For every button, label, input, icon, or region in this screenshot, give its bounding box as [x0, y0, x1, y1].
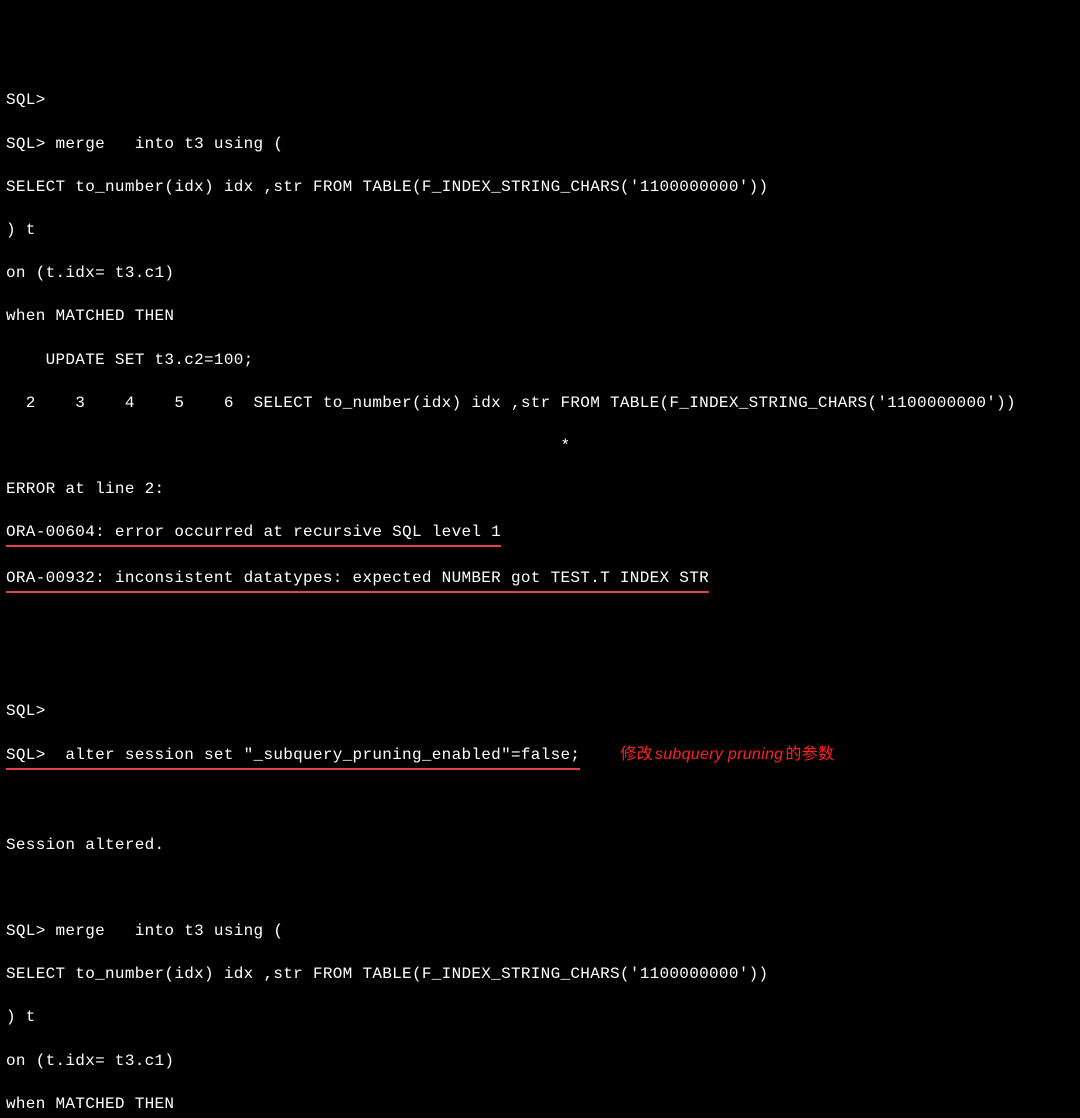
terminal-line: SELECT to_number(idx) idx ,str FROM TABL… — [6, 964, 1074, 986]
terminal-line: ERROR at line 2: — [6, 479, 1074, 501]
alter-session-cmd: SQL> alter session set "_subquery_prunin… — [6, 745, 580, 770]
terminal-line: on (t.idx= t3.c1) — [6, 263, 1074, 285]
terminal-blank — [6, 878, 1074, 900]
error-ora-00932: ORA-00932: inconsistent datatypes: expec… — [6, 568, 709, 593]
terminal-line: when MATCHED THEN — [6, 306, 1074, 328]
terminal-line: UPDATE SET t3.c2=100; — [6, 350, 1074, 372]
terminal-line: 2 3 4 5 6 SELECT to_number(idx) idx ,str… — [6, 393, 1074, 415]
annotation-label: 修改subquery pruning的参数 — [620, 746, 834, 763]
error-ora-00604: ORA-00604: error occurred at recursive S… — [6, 522, 501, 547]
terminal-blank — [6, 791, 1074, 813]
terminal-blank — [6, 658, 1074, 680]
terminal-line: ) t — [6, 220, 1074, 242]
terminal-line: SQL> merge into t3 using ( — [6, 134, 1074, 156]
terminal-line: on (t.idx= t3.c1) — [6, 1051, 1074, 1073]
terminal-line: SQL> merge into t3 using ( — [6, 921, 1074, 943]
terminal-line: when MATCHED THEN — [6, 1094, 1074, 1116]
terminal-line: SQL> — [6, 701, 1074, 723]
terminal-line: * — [6, 436, 1074, 458]
terminal-line: Session altered. — [6, 835, 1074, 857]
terminal-line: SELECT to_number(idx) idx ,str FROM TABL… — [6, 177, 1074, 199]
terminal-line: ) t — [6, 1007, 1074, 1029]
terminal-line: SQL> — [6, 90, 1074, 112]
terminal-blank — [6, 615, 1074, 637]
